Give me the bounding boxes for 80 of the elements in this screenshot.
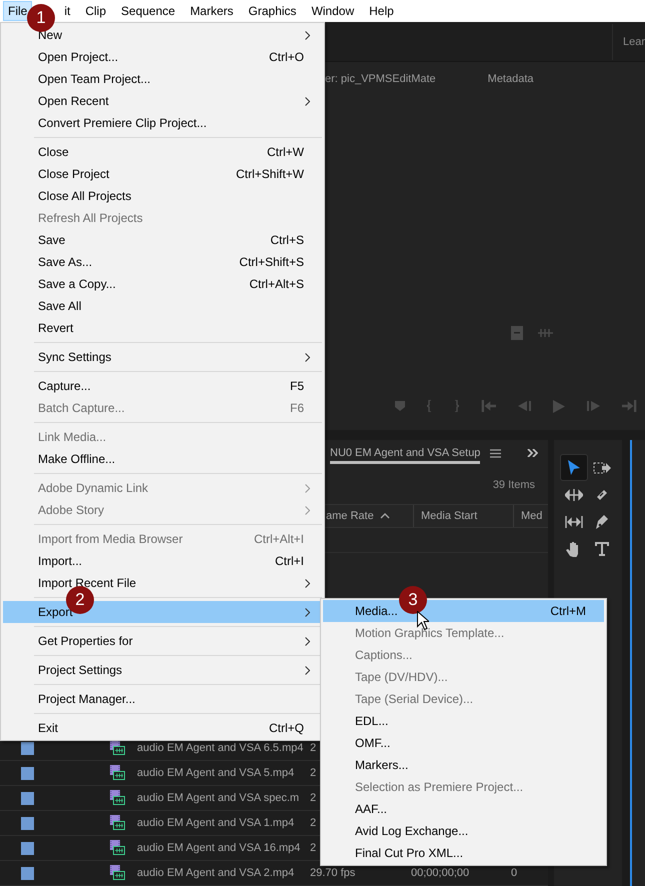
video-clip-icon	[110, 790, 126, 806]
arrow-pointer-icon	[567, 460, 581, 476]
media-start-cell: 00;00;00;00	[411, 867, 470, 879]
video-clip-icon	[110, 865, 126, 881]
label-color-swatch[interactable]	[21, 742, 34, 754]
menu-item[interactable]: Exit Ctrl+Q	[3, 717, 322, 739]
frame-rate-cell: 2	[310, 792, 316, 804]
menu-item[interactable]: Save All	[3, 295, 322, 317]
menu-item[interactable]: Close Project Ctrl+Shift+W	[3, 163, 322, 185]
menu-title[interactable]: Graphics	[243, 1, 302, 21]
menu-item[interactable]: Save a Copy... Ctrl+Alt+S	[3, 273, 322, 295]
clip-name: audio EM Agent and VSA 16.mp4	[137, 842, 300, 854]
menu-item[interactable]: AAF...	[323, 798, 604, 820]
menu-item[interactable]: EDL...	[323, 710, 604, 732]
video-clip-icon	[110, 815, 126, 831]
menu-title[interactable]: Help	[364, 1, 399, 21]
menu-item[interactable]: Make Offline...	[3, 448, 322, 470]
pen-icon	[595, 514, 609, 530]
menu-item[interactable]: Project Settings	[3, 659, 322, 681]
menu-item[interactable]: Import Recent File	[3, 572, 322, 594]
mouse-pointer-icon	[417, 611, 429, 630]
menu-item[interactable]: Sync Settings	[3, 346, 322, 368]
ripple-edit-icon	[565, 488, 583, 500]
menu-item[interactable]: Close Ctrl+W	[3, 141, 322, 163]
frame-rate-cell: 2	[310, 742, 316, 754]
label-color-swatch[interactable]	[21, 792, 34, 804]
menu-item[interactable]: Open Recent	[3, 90, 322, 112]
menu-item[interactable]: Convert Premiere Clip Project...	[3, 112, 322, 134]
menu-item[interactable]: OMF...	[323, 732, 604, 754]
column-header[interactable]: Med	[513, 505, 548, 527]
label-color-swatch[interactable]	[21, 766, 34, 780]
panel-tab[interactable]: er: pic_VPMSEditMate	[325, 73, 436, 85]
frame-rate-cell: 29.70 fps	[310, 867, 356, 879]
menu-title[interactable]: Sequence	[116, 1, 180, 21]
workspace-tab[interactable]: Lear	[612, 24, 645, 60]
frame-rate-cell: 2	[310, 817, 316, 829]
menu-item[interactable]: Markers...	[323, 754, 604, 776]
marker-icon[interactable]	[395, 401, 405, 411]
menu-item[interactable]: Save As... Ctrl+Shift+S	[3, 251, 322, 273]
clip-name: audio EM Agent and VSA 6.5.mp4	[137, 742, 304, 754]
video-clip-icon	[110, 765, 126, 781]
menu-item[interactable]: Open Project... Ctrl+O	[3, 46, 322, 68]
clip-name: audio EM Agent and VSA spec.m	[137, 792, 300, 804]
menu-title[interactable]: Markers	[185, 1, 238, 21]
frame-rate-cell: 2	[310, 842, 316, 854]
type-tool-icon	[595, 542, 609, 556]
table-cell: 0	[511, 867, 518, 879]
label-color-swatch[interactable]	[21, 816, 34, 830]
label-color-swatch[interactable]	[21, 842, 34, 854]
menu-title[interactable]: Clip	[80, 1, 112, 21]
video-clip-icon	[110, 840, 126, 856]
tool-button[interactable]	[560, 454, 588, 481]
dashed-box-arrow-icon	[593, 462, 611, 474]
menu-item[interactable]: Revert	[3, 317, 322, 339]
menu-item[interactable]: Project Manager...	[3, 688, 322, 710]
menu-title[interactable]: it	[59, 1, 76, 21]
item-count: 39 Items	[492, 479, 535, 491]
slip-arrows-icon	[565, 516, 583, 528]
menu-item[interactable]: Open Team Project...	[3, 68, 322, 90]
panel-tab[interactable]: NU0 EM Agent and VSA Setup	[330, 446, 480, 464]
menu-item[interactable]: Avid Log Exchange...	[323, 820, 604, 842]
menu-item[interactable]: Import... Ctrl+I	[3, 550, 322, 572]
overflow-chevron-icon[interactable]	[527, 449, 538, 457]
label-color-swatch[interactable]	[21, 866, 34, 880]
menu-item[interactable]: Capture... F5	[3, 375, 322, 397]
sort-caret-icon	[380, 513, 390, 519]
menu-item[interactable]: Save Ctrl+S	[3, 229, 322, 251]
clip-name: audio EM Agent and VSA 1.mp4	[137, 817, 294, 829]
menu-item[interactable]: Get Properties for	[3, 630, 322, 652]
menu-item[interactable]: Close All Projects	[3, 185, 322, 207]
clip-name: audio EM Agent and VSA 2.mp4	[137, 867, 294, 879]
video-clip-icon	[110, 740, 126, 756]
menu-icon[interactable]	[490, 448, 502, 458]
frame-rate-cell: 2	[310, 767, 316, 779]
menu-item[interactable]: Final Cut Pro XML...	[323, 842, 604, 864]
menu-title[interactable]: File	[3, 1, 32, 21]
column-header[interactable]: Media Start	[413, 505, 513, 527]
clip-name: audio EM Agent and VSA 5.mp4	[137, 767, 294, 779]
menu-title[interactable]: Window	[306, 1, 360, 21]
panel-tab[interactable]: Metadata	[488, 73, 534, 85]
